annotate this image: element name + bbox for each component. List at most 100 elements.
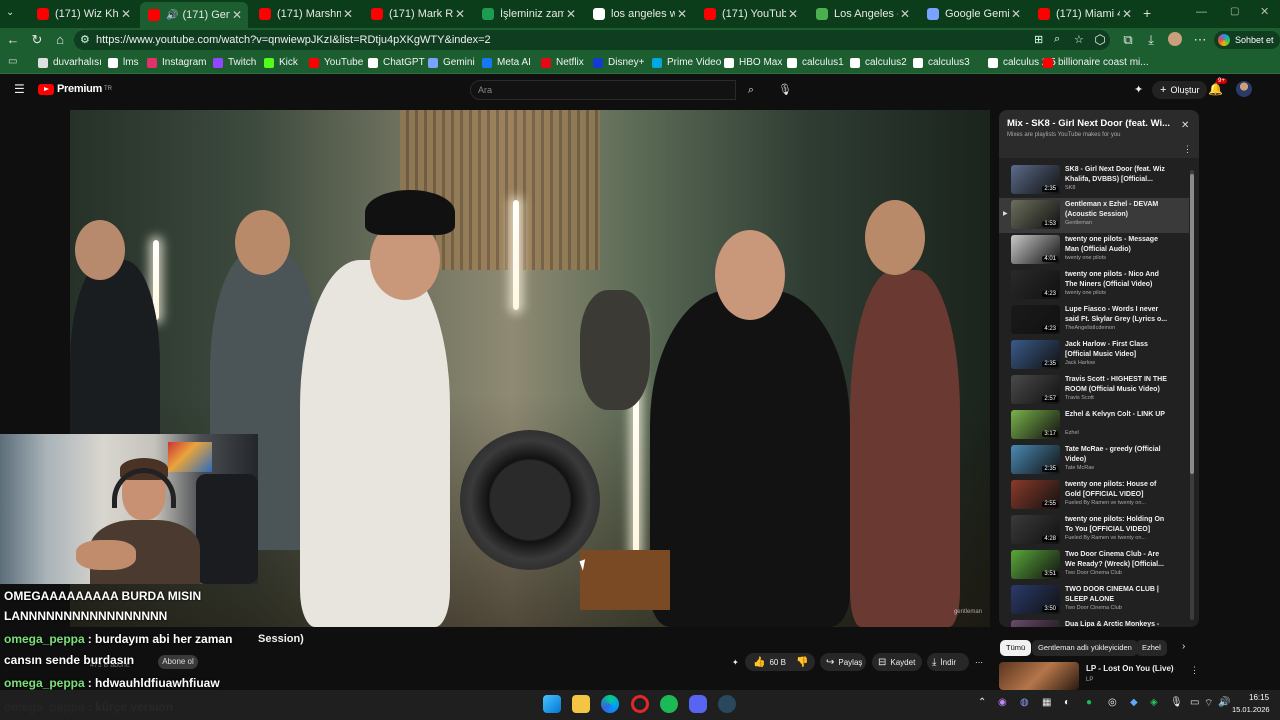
playlist-scrollbar-thumb[interactable]	[1190, 174, 1194, 474]
zoom-icon[interactable]: ⌕	[1054, 33, 1060, 46]
next-video-more-icon[interactable]: ⋮	[1190, 665, 1199, 676]
playlist-item[interactable]: 3:17 Ezhel & Kelvyn Colt - LINK UP Ezhel	[999, 408, 1189, 443]
playlist-item[interactable]: 4:01 twenty one pilots - Message Man (Off…	[999, 233, 1189, 268]
download-icon[interactable]: ⤓	[1143, 32, 1159, 48]
bookmark-item[interactable]: Disney+	[593, 57, 644, 68]
bookmark-item[interactable]: calculus3	[913, 57, 970, 68]
download-button[interactable]: ⤓ İndir	[932, 653, 956, 671]
playlist-item[interactable]: 2:35 Jack Harlow - First Class [Official …	[999, 338, 1189, 373]
close-icon[interactable]: ✕	[1181, 120, 1189, 131]
gemini-ask-icon[interactable]: ✦	[732, 653, 739, 671]
bookmark-item[interactable]: billionaire coast mi...	[1043, 57, 1149, 68]
show-hidden-icons[interactable]: ⌃	[978, 697, 986, 708]
playlist-item[interactable]: Dua Lipa & Arctic Monkeys -	[999, 618, 1189, 627]
bookmark-item[interactable]: calculus1	[787, 57, 844, 68]
tab-close-icon[interactable]: ✕	[898, 7, 912, 21]
tray-spotify-icon[interactable]: ●	[1086, 697, 1092, 708]
browser-tab[interactable]: Los Angeles - Goog✕	[808, 4, 916, 24]
playlist-title[interactable]: Mix - SK8 - Girl Next Door (feat. Wi...	[1007, 118, 1172, 129]
bookmark-item[interactable]: Meta AI	[482, 57, 531, 68]
browser-tab[interactable]: (171) YouTube✕	[696, 4, 804, 24]
search-icon[interactable]: ⌕	[737, 80, 765, 100]
copilot-chat-button[interactable]: Sohbet et	[1214, 31, 1280, 49]
discord-icon[interactable]	[689, 695, 707, 713]
playlist-item[interactable]: 4:28 twenty one pilots: Holding On To You…	[999, 513, 1189, 548]
save-button[interactable]: ⊟ Kaydet	[878, 653, 915, 671]
tab-list-dropdown[interactable]: ⌄	[6, 7, 14, 18]
share-button[interactable]: ↪ Paylaş	[826, 653, 862, 671]
new-tab-button[interactable]: +	[1143, 5, 1151, 21]
playlist-item[interactable]: 3:51 Two Door Cinema Club - Are We Ready?…	[999, 548, 1189, 583]
browser-tab[interactable]: los angeles weather✕	[585, 4, 693, 24]
browser-tab[interactable]: (171) Wiz Khalifa - S✕	[29, 4, 137, 24]
extensions-icon[interactable]: ⬡	[1092, 32, 1108, 48]
dislike-button[interactable]: 👎	[796, 653, 812, 671]
bookmark-item[interactable]: Instagram	[147, 57, 206, 68]
bookmark-item[interactable]: Gemini	[428, 57, 475, 68]
edge-icon[interactable]	[601, 695, 619, 713]
hamburger-menu-icon[interactable]: ☰	[14, 82, 25, 96]
chevron-right-icon[interactable]: ›	[1182, 641, 1185, 652]
volume-icon[interactable]: 🔊	[1218, 697, 1230, 708]
playlist-item[interactable]: ▶ 1:53 Gentleman x Ezhel - DEVAM (Acoustic…	[999, 198, 1189, 233]
tray-app-icon-6[interactable]: ◎	[1108, 697, 1117, 708]
browser-tab[interactable]: (171) Miami 4K - Nig✕	[1030, 4, 1138, 24]
tray-app-icon-8[interactable]: ◈	[1150, 697, 1158, 708]
install-app-icon[interactable]: ⊞	[1034, 33, 1043, 46]
maximize-window-button[interactable]: ▢	[1230, 6, 1239, 17]
notifications-bell-icon[interactable]: 🔔	[1208, 82, 1223, 96]
filter-chip[interactable]: Ezhel	[1136, 640, 1167, 656]
playlist-item[interactable]: 2:35 Tate McRae - greedy (Official Video)…	[999, 443, 1189, 478]
home-icon[interactable]: ⌂	[52, 32, 68, 48]
subscribe-button[interactable]: Abone ol	[158, 655, 198, 669]
address-bar[interactable]: ⚙ https://www.youtube.com/watch?v=qnwiew…	[74, 30, 1110, 50]
bookmark-star-icon[interactable]: ☆	[1074, 33, 1084, 46]
profile-avatar[interactable]	[1168, 32, 1182, 46]
browser-tab[interactable]: (171) Marshmello &✕	[251, 4, 359, 24]
wifi-icon[interactable]: ⌔	[1204, 697, 1213, 710]
bookmark-item[interactable]: lms	[108, 57, 139, 68]
bookmark-item[interactable]: Prime Video	[652, 57, 721, 68]
bookmark-item[interactable]: Netflix	[541, 57, 584, 68]
speaker-icon[interactable]: 🔊	[166, 10, 178, 21]
create-button[interactable]: + Oluştur	[1152, 81, 1208, 99]
opera-icon[interactable]	[631, 695, 649, 713]
start-menu-icon[interactable]	[543, 695, 561, 713]
clock-time[interactable]: 16:15	[1249, 693, 1269, 702]
display-icon[interactable]: ▭	[1190, 697, 1199, 708]
browser-tab[interactable]: (171) Mark Ronson -✕	[363, 4, 471, 24]
tab-close-icon[interactable]: ✕	[1120, 7, 1134, 21]
next-video-thumbnail[interactable]	[999, 662, 1079, 690]
file-explorer-icon[interactable]	[572, 695, 590, 713]
gemini-sparkle-icon[interactable]: ✦	[1134, 83, 1143, 96]
collections-icon[interactable]: ⧉	[1120, 32, 1136, 48]
tray-app-icon-7[interactable]: ◆	[1130, 697, 1138, 708]
site-info-icon[interactable]: ⚙	[80, 33, 90, 46]
tray-discord-icon[interactable]: ◍	[1020, 697, 1029, 708]
playlist-item[interactable]: 2:55 twenty one pilots: House of Gold [OF…	[999, 478, 1189, 513]
spotify-icon[interactable]	[660, 695, 678, 713]
tray-steam-icon[interactable]: ◐	[1064, 697, 1070, 708]
bookmark-item[interactable]: Twitch	[213, 57, 256, 68]
steam-icon[interactable]	[718, 695, 736, 713]
search-input[interactable]: Ara	[470, 80, 736, 100]
tab-close-icon[interactable]: ✕	[675, 7, 689, 21]
bookmark-item[interactable]: Kick	[264, 57, 298, 68]
bookmark-item[interactable]: ChatGPT	[368, 57, 425, 68]
reading-list-icon[interactable]: ▭	[8, 56, 17, 67]
tray-app-icon-1[interactable]: ◉	[998, 697, 1007, 708]
tab-close-icon[interactable]: ✕	[230, 8, 244, 22]
tray-app-icon-3[interactable]: ▦	[1042, 697, 1051, 708]
bookmark-item[interactable]: calculus2	[850, 57, 907, 68]
back-icon[interactable]: ←	[5, 32, 21, 48]
browser-tab[interactable]: İşleminiz zaman aşm✕	[474, 4, 582, 24]
microphone-icon[interactable]: 🎙	[776, 81, 794, 99]
close-window-button[interactable]: ✕	[1260, 5, 1269, 18]
menu-dots-icon[interactable]: ⋯	[1192, 32, 1208, 48]
microphone-tray-icon[interactable]: 🎙	[1170, 697, 1183, 708]
more-actions-icon[interactable]: ⋯	[975, 653, 983, 671]
playlist-item[interactable]: 2:35 SK8 - Girl Next Door (feat. Wiz Khal…	[999, 163, 1189, 198]
tab-close-icon[interactable]: ✕	[564, 7, 578, 21]
playlist-item[interactable]: 4:23 twenty one pilots - Nico And The Nin…	[999, 268, 1189, 303]
filter-chip[interactable]: Gentleman adlı yükleyiciden	[1032, 640, 1138, 656]
